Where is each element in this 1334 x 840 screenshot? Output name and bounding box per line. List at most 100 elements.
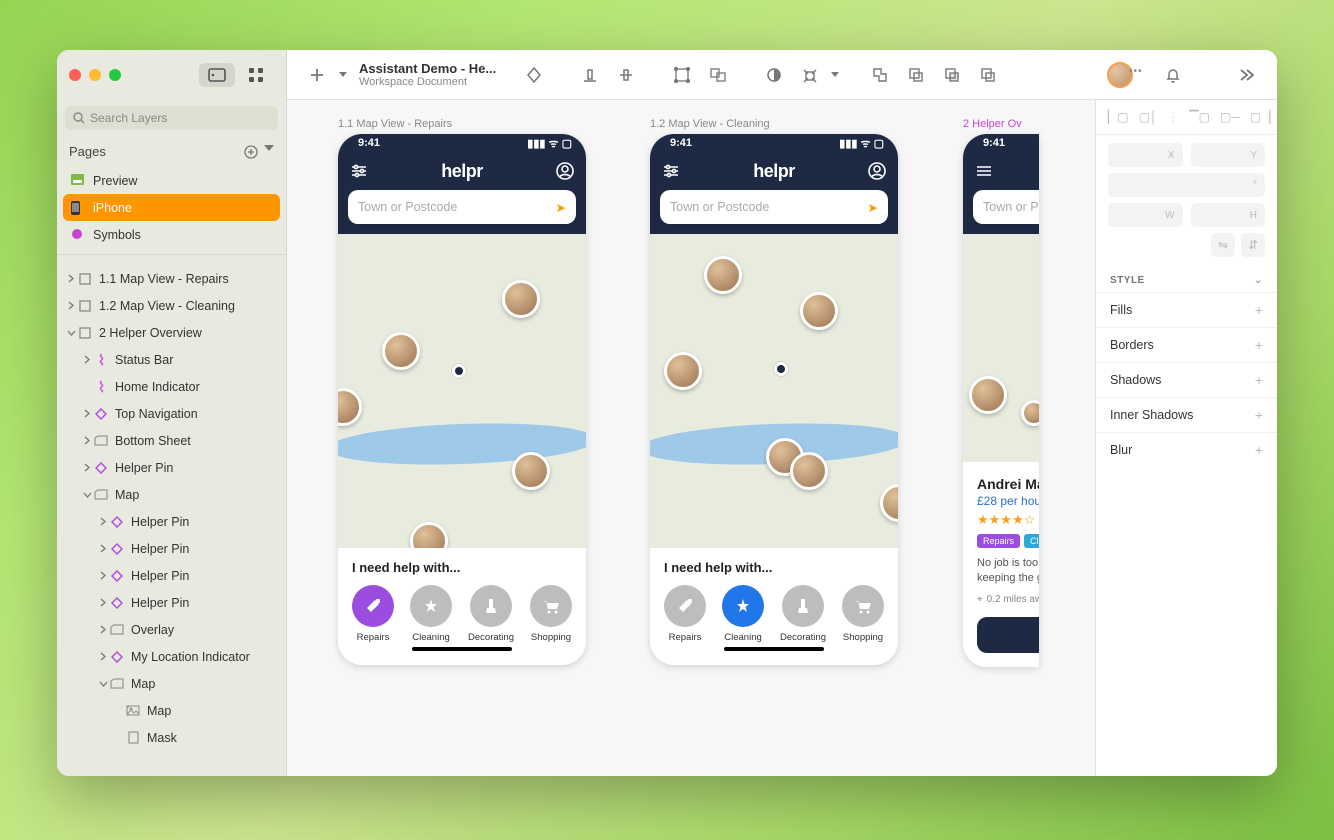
layer-row[interactable]: Map [57,481,286,508]
layer-row[interactable]: Top Navigation [57,400,286,427]
map-search-input[interactable]: Town or Postcode ➤ [348,190,576,224]
inspector-section-borders[interactable]: Borders+ [1096,327,1277,362]
map-search-input[interactable]: Town or Postcode ➤ [660,190,888,224]
map[interactable] [650,234,898,548]
group-button[interactable] [664,57,700,93]
layer-row[interactable]: Mask [57,724,286,751]
flip-h-button[interactable]: ⇋ [1211,233,1235,257]
locate-icon[interactable]: ➤ [556,200,566,215]
category-shopping[interactable]: Shopping [842,585,884,643]
layer-row[interactable]: Helper Pin [57,535,286,562]
align-hcenter-button[interactable]: ▢│ [1139,110,1158,124]
category-repairs[interactable]: Repairs [352,585,394,643]
category-cleaning[interactable]: Cleaning [410,585,452,643]
add-icon[interactable]: + [1255,337,1263,353]
inspector-section-blur[interactable]: Blur+ [1096,432,1277,467]
minimize-window-button[interactable] [89,69,101,81]
mask-button[interactable] [756,57,792,93]
align-h-button[interactable] [572,57,608,93]
add-icon[interactable]: + [1255,407,1263,423]
canvas[interactable]: 1.1 Map View - Repairs 1.2 Map View - Cl… [287,100,1095,776]
category-cleaning[interactable]: Cleaning [722,585,764,643]
insert-dropdown[interactable] [335,57,351,93]
layer-row[interactable]: Helper Pin [57,454,286,481]
top-nav: helpr [338,152,586,190]
w-field[interactable]: W [1108,203,1183,227]
bool-diff-button[interactable] [970,57,1006,93]
layer-row[interactable]: Helper Pin [57,508,286,535]
insert-button[interactable] [299,57,335,93]
filter-icon[interactable] [350,164,368,178]
ungroup-button[interactable] [700,57,736,93]
toolbar-right: ••• [1107,57,1265,93]
locate-icon[interactable]: ➤ [868,200,878,215]
artboard-label-selected[interactable]: 2 Helper Ov [963,118,1022,130]
layer-row[interactable]: My Location Indicator [57,643,286,670]
bool-intersect-button[interactable] [934,57,970,93]
rotation-field[interactable]: ° [1108,173,1265,197]
inspector-panel: ▏▢ ▢│ ⋮ ▔▢ ▢─ ▢▕ X Y ° W H ⇋ ⇵ STYLE ⌄ [1095,100,1277,776]
layer-row[interactable]: Helper Pin [57,562,286,589]
document-title[interactable]: Assistant Demo - He... Workspace Documen… [359,61,496,88]
components-view-button[interactable] [238,63,274,87]
artboard-3[interactable]: 9:41 Town or Po Andrei Mas £28 per hou ★ [963,134,1039,667]
scale-dropdown[interactable] [828,57,842,93]
align-v-button[interactable] [608,57,644,93]
artboard-2[interactable]: 9:41 ▮▮▮ ᯤ ▢ helpr Town or Postcode ➤ [650,134,898,665]
bool-subtract-button[interactable] [898,57,934,93]
notifications-button[interactable] [1155,57,1191,93]
inspector-section-inner-shadows[interactable]: Inner Shadows+ [1096,397,1277,432]
add-icon[interactable]: + [1255,302,1263,318]
layer-row[interactable]: 1.2 Map View - Cleaning [57,292,286,319]
page-item[interactable]: Symbols [63,221,280,248]
category-decorating[interactable]: Decorating [780,585,826,643]
collab-avatar-group[interactable]: ••• [1107,62,1133,88]
canvas-view-button[interactable] [199,63,235,87]
category-decorating[interactable]: Decorating [468,585,514,643]
add-page-button[interactable] [244,145,258,159]
align-right-button[interactable]: ▢▕ [1250,110,1271,124]
zoom-window-button[interactable] [109,69,121,81]
profile-icon[interactable] [868,162,886,180]
scale-button[interactable] [792,57,828,93]
page-item[interactable]: Preview [63,167,280,194]
titlebar: Assistant Demo - He... Workspace Documen… [57,50,1277,100]
map[interactable] [338,234,586,548]
collapse-inspector-button[interactable] [1229,57,1265,93]
y-field[interactable]: Y [1191,143,1266,167]
layer-row[interactable]: Status Bar [57,346,286,373]
filter-icon[interactable] [662,164,680,178]
book-button[interactable]: B [977,617,1039,653]
layer-row[interactable]: 1.1 Map View - Repairs [57,265,286,292]
align-top-button[interactable]: ▔▢ [1189,110,1210,124]
category-shopping[interactable]: Shopping [530,585,572,643]
artboard-label[interactable]: 1.1 Map View - Repairs [338,118,452,130]
layer-row[interactable]: Map [57,670,286,697]
layer-row[interactable]: Helper Pin [57,589,286,616]
collapse-pages-button[interactable] [264,145,274,151]
artboard-1[interactable]: 9:41 ▮▮▮ ᯤ ▢ helpr Town or Postcode ➤ [338,134,586,665]
align-vcenter-button[interactable]: ▢─ [1220,110,1240,124]
page-item[interactable]: iPhone [63,194,280,221]
inspector-section-shadows[interactable]: Shadows+ [1096,362,1277,397]
inspector-section-fills[interactable]: Fills+ [1096,292,1277,327]
close-window-button[interactable] [69,69,81,81]
layer-row[interactable]: 2 Helper Overview [57,319,286,346]
layer-row[interactable]: Map [57,697,286,724]
add-icon[interactable]: + [1255,442,1263,458]
align-left-button[interactable]: ▏▢ [1108,110,1129,124]
layer-row[interactable]: Home Indicator [57,373,286,400]
add-icon[interactable]: + [1255,372,1263,388]
layer-row[interactable]: Overlay [57,616,286,643]
chevron-down-icon[interactable]: ⌄ [1254,275,1263,286]
category-repairs[interactable]: Repairs [664,585,706,643]
artboard-label[interactable]: 1.2 Map View - Cleaning [650,118,770,130]
h-field[interactable]: H [1191,203,1266,227]
bool-union-button[interactable] [862,57,898,93]
flip-v-button[interactable]: ⇵ [1241,233,1265,257]
x-field[interactable]: X [1108,143,1183,167]
layer-row[interactable]: Bottom Sheet [57,427,286,454]
search-layers-input[interactable]: Search Layers [65,106,278,130]
create-symbol-button[interactable] [516,57,552,93]
profile-icon[interactable] [556,162,574,180]
